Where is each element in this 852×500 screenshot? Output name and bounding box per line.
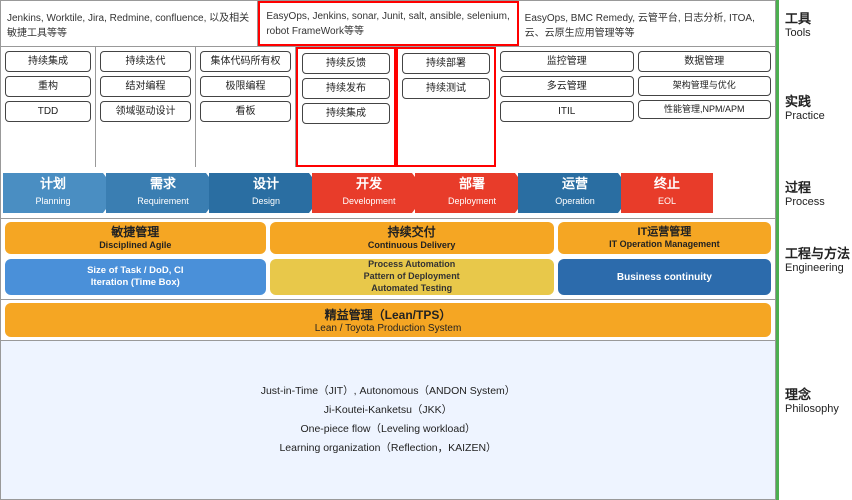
lean-en: Lean / Toyota Production System — [315, 323, 462, 334]
svg-text:Design: Design — [252, 196, 280, 206]
eng-box-left: Size of Task / DoD, CI Iteration (Time B… — [5, 259, 266, 295]
svg-text:Deployment: Deployment — [448, 196, 497, 206]
practice-box: 持续集成 — [5, 51, 91, 72]
practice-col-2: 持续迭代 结对编程 领域驱动设计 — [96, 47, 196, 167]
label-process-zh: 过程 — [785, 177, 811, 196]
label-engineering-en: Engineering — [785, 262, 844, 274]
eng-agile-en: Disciplined Agile — [99, 240, 171, 251]
svg-text:Requirement: Requirement — [137, 196, 189, 206]
eng-box-left-text: Size of Task / DoD, CI Iteration (Time B… — [87, 265, 183, 290]
practice-col-5: 持续部署 持续测试 — [396, 47, 496, 167]
practice-box: 重构 — [5, 76, 91, 97]
practice-col-4: 持续反馈 持续发布 持续集成 — [296, 47, 396, 167]
philosophy-row: 精益管理（Lean/TPS） Lean / Toyota Production … — [1, 300, 775, 341]
eng-itops-zh: IT运营管理 — [638, 226, 692, 239]
svg-text:EOL: EOL — [658, 196, 676, 206]
practice-box: 持续集成 — [302, 103, 390, 124]
practice-box: 结对编程 — [100, 76, 191, 97]
practice-col-6a: 监控管理 多云管理 ITIL — [500, 51, 634, 163]
tool-cell-1: Jenkins, Worktile, Jira, Redmine, conflu… — [1, 1, 258, 46]
practice-col-6: 监控管理 多云管理 ITIL 数据管理 架构管理与优化 性能管理,NPM/APM — [496, 47, 775, 167]
eng-box-right: Business continuity — [558, 259, 771, 295]
svg-text:部署: 部署 — [459, 176, 485, 191]
svg-text:计划: 计划 — [40, 176, 66, 191]
eng-agile-band: 敏捷管理 Disciplined Agile — [5, 222, 266, 254]
practice-box: 看板 — [200, 101, 291, 122]
label-tools-en: Tools — [785, 27, 811, 39]
eng-cd-en: Continuous Delivery — [368, 240, 456, 251]
svg-text:需求: 需求 — [150, 176, 177, 191]
label-process: 过程 Process — [785, 166, 852, 218]
label-practice: 实践 Practice — [785, 46, 852, 166]
practice-box: 集体代码所有权 — [200, 51, 291, 72]
eng-box-right-text: Business continuity — [617, 271, 712, 284]
content-area: Jenkins, Worktile, Jira, Redmine, conflu… — [0, 0, 776, 500]
principle-line-3: One-piece flow（Leveling workload） — [261, 420, 516, 439]
process-arrows: 计划 Planning 需求 Requirement 设计 Design 开发 … — [3, 171, 773, 215]
label-process-en: Process — [785, 196, 825, 208]
eng-box-middle: Process Automation Pattern of Deployment… — [270, 259, 554, 295]
svg-text:运营: 运营 — [562, 176, 588, 191]
main-container: Jenkins, Worktile, Jira, Redmine, conflu… — [0, 0, 852, 500]
lean-band: 精益管理（Lean/TPS） Lean / Toyota Production … — [5, 303, 771, 337]
eng-itops-band: IT运营管理 IT Operation Management — [558, 222, 771, 254]
practice-box: 数据管理 — [638, 51, 772, 72]
label-practice-en: Practice — [785, 110, 825, 122]
eng-box-middle-text: Process Automation Pattern of Deployment… — [364, 259, 460, 294]
label-tools: 工具 Tools — [785, 0, 852, 46]
label-practice-zh: 实践 — [785, 91, 811, 110]
practice-box: 持续反馈 — [302, 53, 390, 74]
label-philosophy-zh: 理念 — [785, 384, 811, 403]
practice-col-1: 持续集成 重构 TDD — [1, 47, 96, 167]
tool-text-1: Jenkins, Worktile, Jira, Redmine, conflu… — [7, 9, 251, 39]
practice-box: 多云管理 — [500, 76, 634, 97]
svg-text:开发: 开发 — [356, 176, 383, 191]
eng-cd-band: 持续交付 Continuous Delivery — [270, 222, 554, 254]
eng-agile-zh: 敏捷管理 — [111, 225, 159, 239]
tool-text-2: EasyOps, Jenkins, sonar, Junit, salt, an… — [266, 11, 510, 37]
label-tools-zh: 工具 — [785, 8, 811, 27]
eng-top-bands: 敏捷管理 Disciplined Agile 持续交付 Continuous D… — [1, 219, 775, 257]
svg-text:Development: Development — [342, 196, 396, 206]
eng-itops-en: IT Operation Management — [609, 239, 720, 250]
tool-text-3: EasyOps, BMC Remedy, 云管平台, 日志分析, ITOA, 云… — [525, 9, 769, 39]
svg-text:Planning: Planning — [35, 196, 70, 206]
right-labels: 工具 Tools 实践 Practice 过程 Process 工程与方法 En… — [776, 0, 852, 500]
svg-text:设计: 设计 — [253, 176, 279, 191]
practice-box: 持续部署 — [402, 53, 490, 74]
lean-zh: 精益管理（Lean/TPS） — [325, 306, 452, 323]
svg-text:终止: 终止 — [654, 176, 680, 191]
label-philosophy: 理念 Philosophy — [785, 298, 852, 500]
practice-box: 领域驱动设计 — [100, 101, 191, 122]
principles-text: Just-in-Time（JIT）, Autonomous（ANDON Syst… — [261, 382, 516, 458]
engineering-row: 敏捷管理 Disciplined Agile 持续交付 Continuous D… — [1, 219, 775, 300]
practice-box: 极限编程 — [200, 76, 291, 97]
principle-line-4: Learning organization（Reflection，KAIZEN） — [261, 439, 516, 458]
practice-box: 持续测试 — [402, 78, 490, 99]
tool-cell-3: EasyOps, BMC Remedy, 云管平台, 日志分析, ITOA, 云… — [519, 1, 775, 46]
practice-row: 持续集成 重构 TDD 持续迭代 结对编程 领域驱动设计 集体代码所有权 极限编… — [1, 47, 775, 167]
practice-box: 监控管理 — [500, 51, 634, 72]
label-engineering: 工程与方法 Engineering — [785, 218, 852, 298]
principle-line-2: Ji-Koutei-Kanketsu（JKK） — [261, 401, 516, 420]
tool-cell-2: EasyOps, Jenkins, sonar, Junit, salt, an… — [258, 1, 518, 46]
practice-col-6b: 数据管理 架构管理与优化 性能管理,NPM/APM — [638, 51, 772, 163]
practice-col-3: 集体代码所有权 极限编程 看板 — [196, 47, 296, 167]
practice-box: 持续发布 — [302, 78, 390, 99]
svg-text:Operation: Operation — [555, 196, 595, 206]
principle-line-1: Just-in-Time（JIT）, Autonomous（ANDON Syst… — [261, 382, 516, 401]
practice-box: 性能管理,NPM/APM — [638, 100, 772, 120]
label-engineering-zh: 工程与方法 — [785, 243, 850, 262]
eng-cd-zh: 持续交付 — [388, 225, 436, 239]
principles-row: Just-in-Time（JIT）, Autonomous（ANDON Syst… — [1, 341, 775, 499]
process-row: 计划 Planning 需求 Requirement 设计 Design 开发 … — [1, 167, 775, 219]
eng-bottom-boxes: Size of Task / DoD, CI Iteration (Time B… — [1, 257, 775, 299]
tools-row: Jenkins, Worktile, Jira, Redmine, conflu… — [1, 1, 775, 47]
label-philosophy-en: Philosophy — [785, 403, 839, 415]
practice-box: ITIL — [500, 101, 634, 122]
practice-box: 持续迭代 — [100, 51, 191, 72]
practice-box: 架构管理与优化 — [638, 76, 772, 96]
practice-box: TDD — [5, 101, 91, 122]
